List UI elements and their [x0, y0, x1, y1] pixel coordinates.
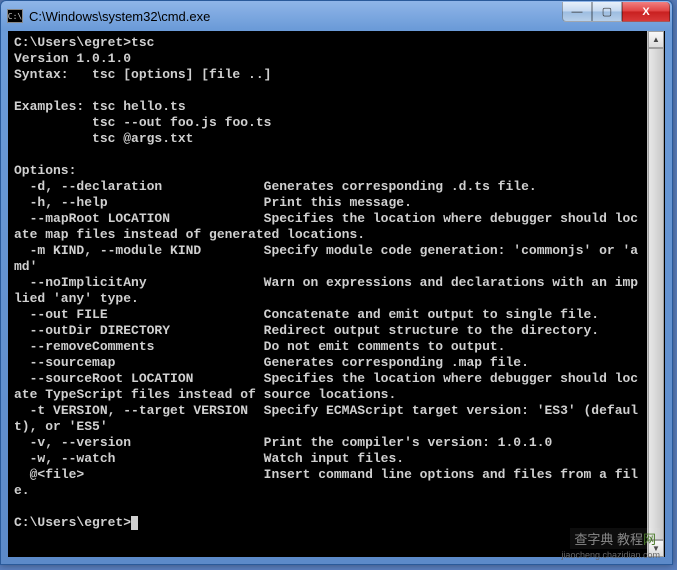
- output-line: --out FILE Concatenate and emit output t…: [14, 307, 599, 322]
- watermark: 查字典 教程网: [570, 528, 660, 549]
- titlebar[interactable]: C:\ C:\Windows\system32\cmd.exe — ▢ X: [1, 1, 672, 31]
- output-line: lied 'any' type.: [14, 291, 139, 306]
- console-area[interactable]: C:\Users\egret>tsc Version 1.0.1.0 Synta…: [8, 31, 665, 557]
- output-line: Version 1.0.1.0: [14, 51, 131, 66]
- cursor: [131, 516, 138, 530]
- output-line: @<file> Insert command line options and …: [14, 467, 638, 482]
- output-line: Syntax: tsc [options] [file ..]: [14, 67, 271, 82]
- scroll-up-button[interactable]: ▲: [648, 31, 664, 48]
- output-line: tsc @args.txt: [14, 131, 193, 146]
- output-line: --outDir DIRECTORY Redirect output struc…: [14, 323, 599, 338]
- output-line: --mapRoot LOCATION Specifies the locatio…: [14, 211, 638, 226]
- output-line: md': [14, 259, 37, 274]
- watermark-text: 查字典: [574, 532, 613, 547]
- output-line: -h, --help Print this message.: [14, 195, 412, 210]
- output-line: -v, --version Print the compiler's versi…: [14, 435, 552, 450]
- output-line: --noImplicitAny Warn on expressions and …: [14, 275, 638, 290]
- output-line: Options:: [14, 163, 76, 178]
- output-line: --sourceRoot LOCATION Specifies the loca…: [14, 371, 638, 386]
- prompt-line[interactable]: C:\Users\egret>: [14, 515, 131, 530]
- scroll-thumb[interactable]: [648, 48, 664, 540]
- output-line: -t VERSION, --target VERSION Specify ECM…: [14, 403, 638, 418]
- watermark-url: jiaocheng.chazidian.com: [561, 550, 660, 560]
- output-line: --removeComments Do not emit comments to…: [14, 339, 506, 354]
- maximize-button[interactable]: ▢: [592, 2, 622, 22]
- output-line: ate map files instead of generated locat…: [14, 227, 365, 242]
- output-line: e.: [14, 483, 30, 498]
- window-controls: — ▢ X: [562, 2, 670, 22]
- output-line: C:\Users\egret>tsc: [14, 35, 154, 50]
- watermark-net: 网: [643, 532, 656, 547]
- console-output: C:\Users\egret>tsc Version 1.0.1.0 Synta…: [14, 35, 659, 531]
- output-line: -d, --declaration Generates correspondin…: [14, 179, 537, 194]
- cmd-icon: C:\: [7, 9, 23, 23]
- close-button[interactable]: X: [622, 2, 670, 22]
- output-line: -w, --watch Watch input files.: [14, 451, 404, 466]
- command-prompt-window: C:\ C:\Windows\system32\cmd.exe — ▢ X C:…: [0, 0, 673, 565]
- output-line: --sourcemap Generates corresponding .map…: [14, 355, 529, 370]
- vertical-scrollbar[interactable]: ▲ ▼: [647, 31, 664, 557]
- scroll-track[interactable]: [648, 48, 664, 540]
- output-line: Examples: tsc hello.ts: [14, 99, 186, 114]
- watermark-suffix: 教程: [613, 532, 643, 547]
- minimize-button[interactable]: —: [562, 2, 592, 22]
- output-line: ate TypeScript files instead of source l…: [14, 387, 396, 402]
- output-line: -m KIND, --module KIND Specify module co…: [14, 243, 638, 258]
- output-line: t), or 'ES5': [14, 419, 108, 434]
- output-line: tsc --out foo.js foo.ts: [14, 115, 271, 130]
